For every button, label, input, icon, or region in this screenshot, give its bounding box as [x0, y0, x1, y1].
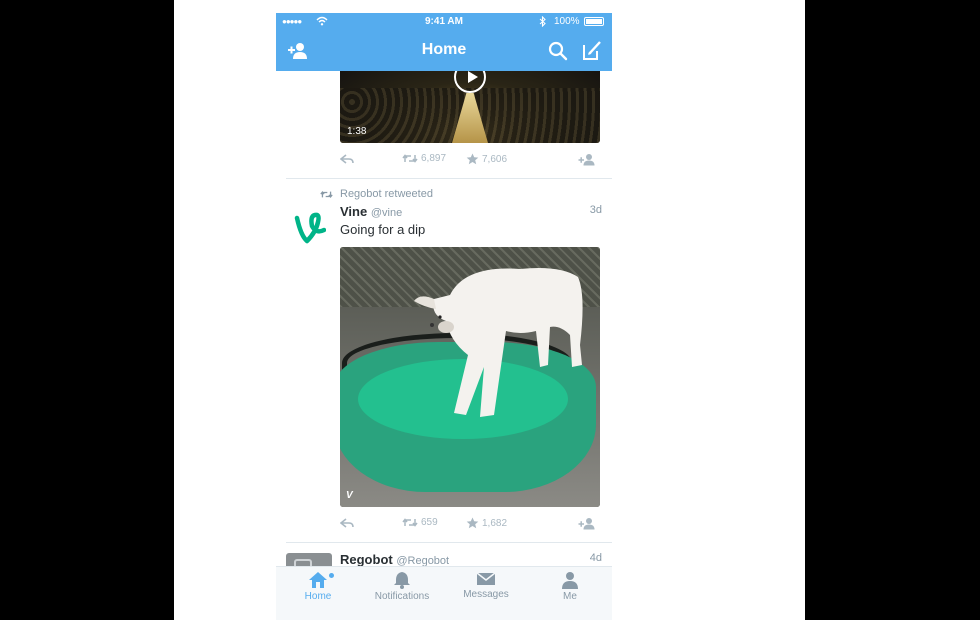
tweet-actions: 659 1,682 [340, 517, 600, 533]
compose-icon[interactable] [580, 39, 604, 63]
tab-label: Me [563, 591, 577, 602]
video-duration: 1:38 [347, 126, 367, 137]
tweet-text: Going for a dip [340, 222, 426, 237]
bluetooth-icon [539, 16, 546, 27]
bell-icon [394, 572, 410, 589]
star-icon [466, 153, 479, 165]
battery-percent: 100% [554, 16, 580, 27]
tweet-divider [286, 542, 612, 543]
retweet-icon [402, 518, 418, 527]
regobot-avatar[interactable] [286, 553, 332, 566]
retweet-button[interactable]: 659 [402, 517, 438, 528]
video-thumbnail[interactable]: 1:38 [340, 71, 600, 143]
tab-me[interactable]: Me [528, 571, 612, 602]
tweet-time: 3d [589, 204, 602, 216]
star-icon [466, 517, 479, 529]
favorite-button[interactable]: 7,606 [466, 153, 507, 165]
vine-avatar[interactable] [294, 210, 326, 246]
favorite-count: 1,682 [482, 517, 508, 529]
nav-bar: Home [276, 31, 612, 71]
tab-messages[interactable]: Messages [444, 571, 528, 600]
follow-icon[interactable] [578, 517, 596, 530]
author-handle[interactable]: @Regobot [396, 555, 449, 566]
author-handle[interactable]: @vine [371, 207, 402, 219]
retweet-count: 659 [421, 517, 438, 528]
timeline-feed[interactable]: 1:38 6,897 7,606 Regobot retweeted Vine … [276, 71, 612, 566]
tab-bar: Home Notifications Messages Me [276, 566, 612, 620]
tweet-header: Regobot @Regobot 4d [340, 552, 602, 566]
tab-label: Messages [463, 589, 509, 600]
vine-video[interactable]: V [340, 247, 600, 507]
retweet-icon [402, 154, 418, 163]
retweet-context[interactable]: Regobot retweeted [320, 188, 433, 200]
home-icon [309, 572, 327, 588]
tweet-divider [286, 178, 612, 179]
search-icon[interactable] [546, 39, 570, 63]
tab-label: Home [304, 591, 332, 602]
envelope-icon [476, 572, 496, 585]
retweet-count: 6,897 [421, 153, 447, 164]
retweeted-by-label: Regobot retweeted [340, 188, 433, 200]
reply-icon[interactable] [340, 153, 354, 165]
tweet-actions: 6,897 7,606 [340, 153, 600, 169]
tweet-time: 4d [589, 552, 602, 564]
dog-figure [414, 268, 583, 417]
favorite-count: 7,606 [482, 153, 508, 165]
tab-label: Notifications [374, 591, 430, 602]
tab-home[interactable]: Home [276, 571, 360, 602]
person-icon [562, 572, 578, 589]
tab-notifications[interactable]: Notifications [360, 571, 444, 602]
author-name[interactable]: Vine [340, 204, 367, 219]
phone-screen: ●●●●● 9:41 AM 100% Home 1:38 6,897 7,606… [276, 13, 612, 620]
new-content-dot [329, 573, 334, 578]
follow-icon[interactable] [578, 153, 596, 166]
screenshot-canvas: ●●●●● 9:41 AM 100% Home 1:38 6,897 7,606… [174, 0, 805, 620]
tweet-header: Vine @vine 3d [340, 204, 602, 219]
retweet-icon [320, 190, 333, 198]
author-name[interactable]: Regobot [340, 552, 393, 566]
retweet-button[interactable]: 6,897 [402, 153, 446, 164]
reply-icon[interactable] [340, 517, 354, 529]
vine-watermark: V [346, 490, 353, 501]
favorite-button[interactable]: 1,682 [466, 517, 507, 529]
battery-icon [584, 17, 604, 26]
status-bar: ●●●●● 9:41 AM 100% [276, 13, 612, 31]
